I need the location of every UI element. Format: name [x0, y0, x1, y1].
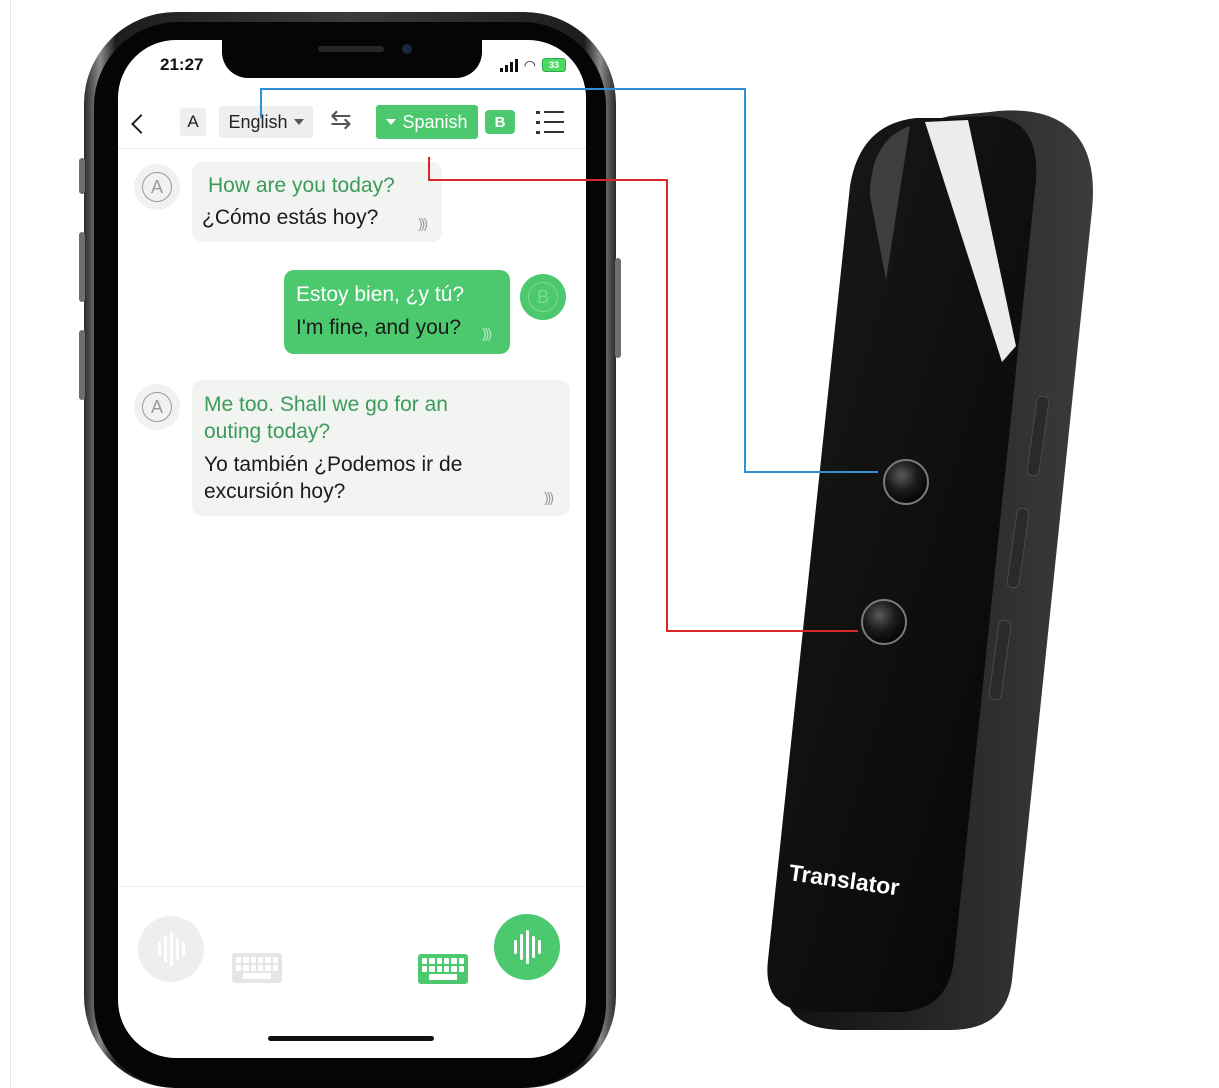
red-connector [428, 157, 858, 632]
blue-connector [260, 88, 878, 473]
connector-lines [260, 88, 878, 632]
